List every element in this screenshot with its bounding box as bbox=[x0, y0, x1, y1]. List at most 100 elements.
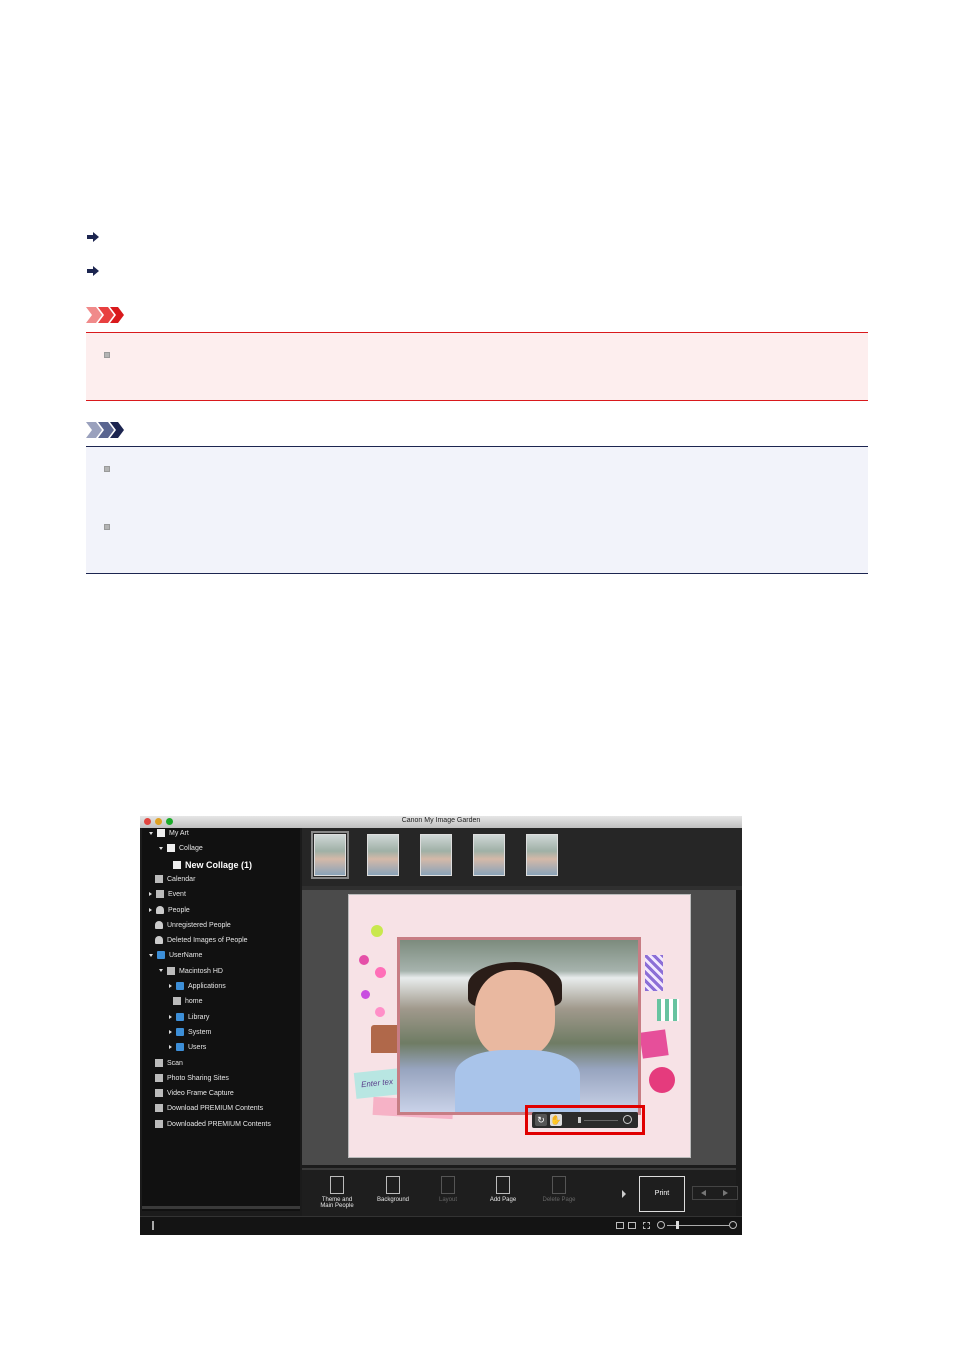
sidebar-item-deleted-images-of-people[interactable]: Deleted Images of People bbox=[155, 936, 248, 950]
sidebar-item-macintosh-hd[interactable]: Macintosh HD bbox=[159, 966, 223, 981]
flower-decoration bbox=[359, 955, 369, 965]
photo-frame[interactable] bbox=[397, 937, 641, 1115]
sidebar-item-label: Collage bbox=[179, 845, 203, 853]
sidebar-item-label: Macintosh HD bbox=[179, 967, 223, 975]
sidebar-item-applications[interactable]: Applications bbox=[169, 982, 226, 996]
disclosure-open-icon[interactable] bbox=[159, 969, 163, 973]
flower-decoration bbox=[375, 967, 386, 978]
item-icon bbox=[156, 890, 164, 899]
disclosure-closed-icon[interactable] bbox=[169, 984, 172, 988]
view-mode-icon[interactable] bbox=[628, 1222, 636, 1229]
expand-arrow-icon[interactable] bbox=[622, 1190, 626, 1198]
zoom-out-icon[interactable] bbox=[657, 1221, 665, 1229]
theme-and-main-people-button[interactable]: Theme and Main People bbox=[309, 1176, 365, 1209]
layout-icon bbox=[441, 1176, 455, 1194]
sidebar-resize-handle[interactable] bbox=[142, 1206, 300, 1209]
fullscreen-icon[interactable] bbox=[643, 1222, 650, 1229]
bottom-toolbar: Theme and Main People Background Layout … bbox=[302, 1168, 738, 1217]
photo-subject bbox=[455, 1050, 580, 1112]
disclosure-open-icon[interactable] bbox=[149, 953, 153, 957]
sidebar-item-label: Unregistered People bbox=[167, 921, 231, 929]
sidebar-item-collage[interactable]: Collage bbox=[159, 844, 203, 858]
thumbnail[interactable] bbox=[311, 831, 349, 879]
item-icon bbox=[156, 905, 164, 914]
important-icon bbox=[86, 307, 124, 323]
sidebar-item-my-art[interactable]: My Art bbox=[149, 829, 189, 843]
disclosure-closed-icon[interactable] bbox=[149, 907, 152, 912]
next-arrow-icon[interactable] bbox=[723, 1190, 728, 1196]
item-icon bbox=[155, 1089, 163, 1098]
add-page-button[interactable]: Add Page bbox=[475, 1176, 531, 1203]
zoom-in-icon[interactable] bbox=[729, 1221, 737, 1229]
sidebar-item-download-premium-contents[interactable]: Download PREMIUM Contents bbox=[155, 1104, 263, 1118]
sidebar-item-label: Download PREMIUM Contents bbox=[167, 1105, 264, 1113]
folder-icon bbox=[176, 1012, 184, 1021]
disclosure-closed-icon[interactable] bbox=[169, 1014, 172, 1019]
sidebar-item-label: System bbox=[188, 1028, 212, 1036]
item-icon bbox=[173, 997, 181, 1006]
sidebar-item-label: Users bbox=[188, 1044, 207, 1052]
background-button[interactable]: Background bbox=[365, 1176, 421, 1203]
sidebar-item-event[interactable]: Event bbox=[149, 890, 186, 904]
sidebar-item-label: Scan bbox=[167, 1059, 183, 1067]
bullet-icon bbox=[104, 524, 110, 530]
bullet-icon bbox=[104, 466, 110, 472]
sidebar-item-unregistered-people[interactable]: Unregistered People bbox=[155, 920, 231, 935]
app-window: Canon My Image Garden My Art Collage New C… bbox=[140, 816, 742, 1235]
item-icon bbox=[155, 936, 163, 945]
sidebar-item-label: Applications bbox=[188, 982, 226, 990]
note-icon bbox=[86, 422, 124, 438]
print-button[interactable]: Print bbox=[639, 1176, 685, 1212]
sidebar-item-new-collage[interactable]: New Collage (1) bbox=[173, 860, 252, 874]
thumbnail[interactable] bbox=[367, 834, 399, 876]
page-nav-buttons[interactable] bbox=[692, 1186, 738, 1200]
sidebar-item-label: Deleted Images of People bbox=[167, 936, 248, 944]
flower-decoration bbox=[649, 1067, 675, 1093]
sidebar-item-scan[interactable]: Scan bbox=[155, 1058, 183, 1073]
delete-page-button[interactable]: Delete Page bbox=[531, 1176, 587, 1203]
sidebar-item-label: Calendar bbox=[167, 875, 196, 883]
prev-arrow-icon[interactable] bbox=[701, 1190, 706, 1196]
link-arrow-icon bbox=[87, 266, 99, 276]
sidebar-item-photo-sharing-sites[interactable]: Photo Sharing Sites bbox=[155, 1073, 229, 1088]
window-title: Canon My Image Garden bbox=[401, 817, 481, 824]
thumbnail[interactable] bbox=[473, 834, 505, 876]
add-page-icon bbox=[496, 1176, 510, 1194]
info-icon[interactable] bbox=[152, 1221, 154, 1230]
view-mode-icon[interactable] bbox=[616, 1222, 624, 1229]
sidebar-item-label: Library bbox=[188, 1013, 210, 1021]
sidebar-item-calendar[interactable]: Calendar bbox=[155, 874, 196, 889]
sidebar-item-people[interactable]: People bbox=[149, 905, 190, 920]
sidebar-item-library[interactable]: Library bbox=[169, 1012, 210, 1027]
disclosure-open-icon[interactable] bbox=[149, 831, 153, 835]
item-icon bbox=[157, 829, 165, 837]
folder-icon bbox=[176, 1043, 184, 1052]
disclosure-open-icon[interactable] bbox=[159, 846, 163, 850]
sidebar-item-downloaded-premium-contents[interactable]: Downloaded PREMIUM Contents bbox=[155, 1119, 271, 1134]
sidebar-item-home[interactable]: home bbox=[173, 997, 203, 1011]
sidebar-item-username[interactable]: UserName bbox=[149, 951, 202, 965]
item-icon bbox=[155, 874, 163, 883]
flower-decoration bbox=[361, 990, 370, 999]
folder-icon bbox=[176, 1027, 184, 1036]
sidebar-item-label: Video Frame Capture bbox=[167, 1089, 234, 1097]
item-icon bbox=[155, 1058, 163, 1067]
folder-icon bbox=[176, 982, 184, 990]
edit-canvas: Enter tex bbox=[302, 890, 736, 1165]
item-icon bbox=[167, 966, 175, 975]
disclosure-closed-icon[interactable] bbox=[169, 1029, 172, 1034]
thumbnail[interactable] bbox=[420, 834, 452, 876]
item-icon bbox=[167, 844, 175, 853]
item-icon bbox=[155, 920, 163, 929]
disclosure-closed-icon[interactable] bbox=[149, 892, 152, 897]
sidebar-item-system[interactable]: System bbox=[169, 1027, 212, 1042]
zoom-slider-handle[interactable] bbox=[676, 1221, 679, 1229]
sidebar-item-users[interactable]: Users bbox=[169, 1043, 206, 1057]
item-icon bbox=[173, 861, 181, 870]
gift-decoration bbox=[639, 1029, 669, 1059]
theme-icon bbox=[330, 1176, 344, 1194]
disclosure-closed-icon[interactable] bbox=[169, 1045, 172, 1050]
thumbnail[interactable] bbox=[526, 834, 558, 876]
layout-button[interactable]: Layout bbox=[420, 1176, 476, 1203]
sidebar-item-video-frame-capture[interactable]: Video Frame Capture bbox=[155, 1089, 234, 1103]
